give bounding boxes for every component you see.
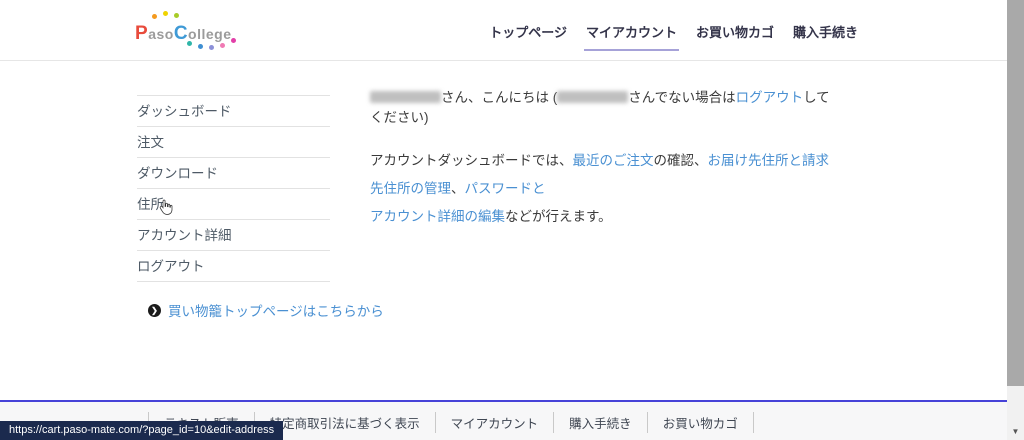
status-url-tooltip: https://cart.paso-mate.com/?page_id=10&e… [0, 421, 284, 440]
sidebar-item-downloads[interactable]: ダウンロード [137, 157, 330, 188]
hand-cursor-icon [159, 199, 173, 215]
nav-top-page[interactable]: トップページ [489, 22, 567, 51]
nav-my-account[interactable]: マイアカウント [583, 22, 679, 51]
sidebar-item-logout[interactable]: ログアウト [137, 250, 330, 281]
password-account-link[interactable]: パスワードと [465, 181, 546, 196]
description-text: などが行えます。 [505, 209, 612, 224]
logo-wordmark: PasoCollege [135, 23, 232, 44]
sidebar-item-orders[interactable]: 注文 [137, 126, 330, 157]
sidebar-item-label: ダッシュボード [137, 104, 232, 119]
browser-viewport: PasoCollege トップページ マイアカウント お買い物カゴ 購入手続き … [0, 0, 1024, 440]
description-text: アカウントダッシュボードでは、 [370, 153, 573, 168]
vertical-scrollbar[interactable]: ▼ [1007, 0, 1024, 440]
account-sidebar: ダッシュボード 注文 ダウンロード 住所 アカウント詳細 ログアウト [137, 95, 330, 282]
redacted-username [370, 91, 441, 103]
description-text: の確認、 [653, 153, 708, 168]
sidebar-item-addresses[interactable]: 住所 [137, 188, 330, 219]
description-text: 、 [451, 181, 465, 196]
main-nav: トップページ マイアカウント お買い物カゴ 購入手続き [489, 22, 858, 51]
password-account-link[interactable]: アカウント詳細の編集 [370, 209, 505, 224]
sidebar-item-account-details[interactable]: アカウント詳細 [137, 219, 330, 250]
logo-dot-magenta [231, 38, 236, 43]
shop-top-page-link[interactable]: ❯ 買い物籠トップページはこちらから [148, 300, 384, 320]
logout-link[interactable]: ログアウト [736, 90, 804, 105]
footer-link-my-account[interactable]: マイアカウント [434, 412, 554, 433]
dashboard-content: さん、こんにちは (さんでない場合はログアウトしてください) アカウントダッシュ… [370, 88, 840, 231]
site-header: PasoCollege トップページ マイアカウント お買い物カゴ 購入手続き [0, 0, 1007, 61]
scroll-down-arrow-icon[interactable]: ▼ [1007, 425, 1024, 440]
nav-cart[interactable]: お買い物カゴ [696, 22, 774, 51]
nav-checkout[interactable]: 購入手続き [793, 22, 858, 51]
logo-dot-slate [209, 45, 214, 50]
dashboard-description: アカウントダッシュボードでは、最近のご注文の確認、お届け先住所と請求先住所の管理… [370, 147, 840, 231]
logo-dot-yellow [163, 11, 168, 16]
sidebar-item-label: 注文 [137, 135, 164, 150]
scrollbar-thumb[interactable] [1007, 0, 1024, 386]
logo-dot-green [174, 13, 179, 18]
redacted-username [557, 91, 629, 103]
arrow-circle-icon: ❯ [148, 303, 161, 317]
shop-link-label: 買い物籠トップページはこちらから [168, 304, 384, 319]
footer-link-cart[interactable]: お買い物カゴ [646, 412, 753, 433]
sidebar-item-label: ログアウト [137, 259, 205, 274]
greeting-text: さんでない場合は [628, 90, 736, 105]
logo-dot-orange [152, 14, 157, 19]
greeting-text: さん、こんにちは ( [441, 90, 558, 105]
footer-link-checkout[interactable]: 購入手続き [553, 412, 647, 433]
footer-divider [752, 412, 754, 433]
sidebar-item-dashboard[interactable]: ダッシュボード [137, 95, 330, 126]
sidebar-item-label: アカウント詳細 [137, 228, 232, 243]
recent-orders-link[interactable]: 最近のご注文 [573, 153, 654, 168]
sidebar-item-label: ダウンロード [137, 166, 218, 181]
greeting-line: さん、こんにちは (さんでない場合はログアウトしてください) [370, 88, 840, 128]
site-logo[interactable]: PasoCollege [135, 11, 250, 52]
